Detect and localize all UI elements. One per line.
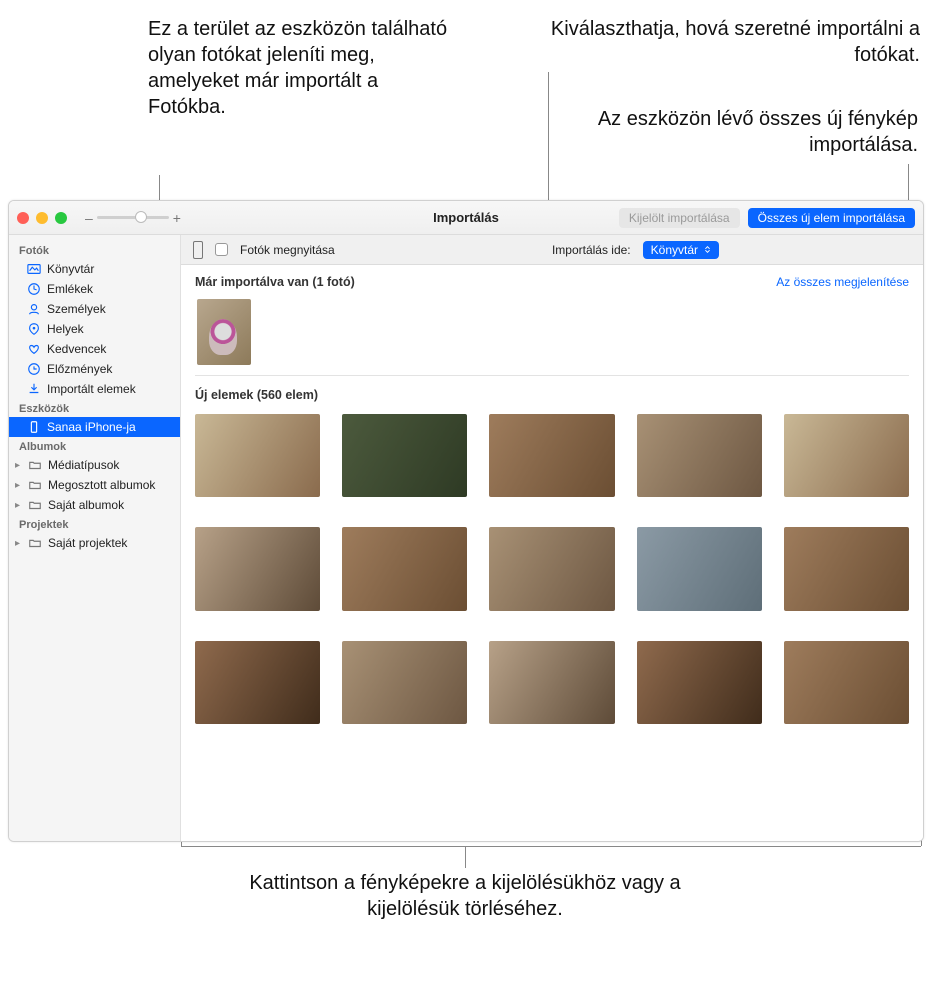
sidebar-section-albums: Albumok — [9, 437, 180, 455]
import-to-select[interactable]: Könyvtár — [643, 241, 719, 259]
folder-icon — [28, 478, 42, 492]
sidebar-section-photos: Fotók — [9, 241, 180, 259]
heart-icon — [27, 342, 41, 356]
callout-line — [181, 846, 921, 847]
sidebar-item-label: Sanaa iPhone-ja — [47, 420, 136, 434]
photo-thumbnail[interactable] — [637, 641, 762, 724]
sidebar-item-media-types[interactable]: Médiatípusok — [9, 455, 180, 475]
sidebar-item-my-projects[interactable]: Saját projektek — [9, 533, 180, 553]
annotation-bottom: Kattintson a fényképekre a kijelölésükhö… — [215, 870, 715, 922]
thumbnail-zoom-slider[interactable]: – + — [85, 210, 181, 226]
photo-thumbnail[interactable] — [342, 641, 467, 724]
import-icon — [27, 382, 41, 396]
show-all-link[interactable]: Az összes megjelenítése — [776, 275, 909, 289]
sidebar-item-label: Könyvtár — [47, 262, 94, 276]
sidebar-item-label: Helyek — [47, 322, 84, 336]
zoom-window-button[interactable] — [55, 212, 67, 224]
minimize-window-button[interactable] — [36, 212, 48, 224]
sidebar-item-label: Személyek — [47, 302, 106, 316]
photo-thumbnail[interactable] — [784, 527, 909, 610]
zoom-track[interactable] — [97, 216, 169, 219]
sidebar-item-label: Saját projektek — [48, 536, 127, 550]
photo-thumbnail[interactable] — [637, 527, 762, 610]
photo-thumbnail[interactable] — [342, 527, 467, 610]
sidebar-item-library[interactable]: Könyvtár — [9, 259, 180, 279]
already-imported-header: Már importálva van (1 fotó) Az összes me… — [181, 265, 923, 293]
sidebar-item-label: Importált elemek — [47, 382, 136, 396]
main-content: Fotók megnyitása Importálás ide: Könyvtá… — [181, 235, 923, 841]
sidebar-item-favorites[interactable]: Kedvencek — [9, 339, 180, 359]
annotation-top-right-1: Kiválaszthatja, hová szeretné importálni… — [540, 16, 920, 68]
folder-icon — [28, 536, 42, 550]
people-icon — [27, 302, 41, 316]
photos-app-window: – + Importálás Kijelölt importálása Össz… — [8, 200, 924, 842]
photo-thumbnail[interactable] — [489, 527, 614, 610]
sidebar-item-my-albums[interactable]: Saját albumok — [9, 495, 180, 515]
open-photos-label: Fotók megnyitása — [240, 243, 335, 257]
sidebar-item-label: Megosztott albumok — [48, 478, 155, 492]
import-selected-button[interactable]: Kijelölt importálása — [619, 208, 740, 228]
sidebar-section-devices: Eszközök — [9, 399, 180, 417]
zoom-minus-label: – — [85, 210, 93, 226]
photo-thumbnail[interactable] — [489, 414, 614, 497]
sidebar-item-memories[interactable]: Emlékek — [9, 279, 180, 299]
sidebar-item-shared-albums[interactable]: Megosztott albumok — [9, 475, 180, 495]
sidebar-item-label: Előzmények — [47, 362, 112, 376]
photo-thumbnail[interactable] — [489, 641, 614, 724]
memories-icon — [27, 282, 41, 296]
places-icon — [27, 322, 41, 336]
sidebar-item-recents[interactable]: Előzmények — [9, 359, 180, 379]
sidebar-item-device-iphone[interactable]: Sanaa iPhone-ja — [9, 417, 180, 437]
annotation-top-right-2: Az eszközön lévő összes új fénykép impor… — [558, 106, 918, 158]
sidebar-item-label: Saját albumok — [48, 498, 124, 512]
already-imported-label: Már importálva van (1 fotó) — [195, 275, 355, 289]
sidebar-item-people[interactable]: Személyek — [9, 299, 180, 319]
folder-icon — [28, 498, 42, 512]
open-photos-checkbox[interactable] — [215, 243, 228, 256]
sidebar-item-label: Emlékek — [47, 282, 93, 296]
zoom-plus-label: + — [173, 210, 181, 226]
photo-thumbnail[interactable] — [195, 414, 320, 497]
sidebar: Fotók Könyvtár Emlékek Személyek — [9, 235, 181, 841]
device-icon — [193, 241, 203, 259]
new-items-header: Új elemek (560 elem) — [181, 376, 923, 406]
import-all-new-button[interactable]: Összes új elem importálása — [748, 208, 915, 228]
import-to-value: Könyvtár — [651, 243, 698, 257]
sidebar-section-projects: Projektek — [9, 515, 180, 533]
new-items-grid — [181, 406, 923, 724]
chevron-up-down-icon — [704, 246, 711, 253]
photo-thumbnail[interactable] — [637, 414, 762, 497]
sidebar-item-imports[interactable]: Importált elemek — [9, 379, 180, 399]
photo-thumbnail[interactable] — [342, 414, 467, 497]
photo-thumbnail[interactable] — [195, 527, 320, 610]
zoom-thumb[interactable] — [135, 211, 147, 223]
sidebar-item-label: Médiatípusok — [48, 458, 119, 472]
sidebar-item-places[interactable]: Helyek — [9, 319, 180, 339]
sidebar-item-label: Kedvencek — [47, 342, 106, 356]
photo-thumbnail[interactable] — [195, 641, 320, 724]
photo-thumbnail[interactable] — [784, 641, 909, 724]
close-window-button[interactable] — [17, 212, 29, 224]
window-controls — [17, 212, 67, 224]
clock-icon — [27, 362, 41, 376]
annotation-top-left: Ez a terület az eszközön található olyan… — [148, 16, 448, 120]
already-imported-thumbnail[interactable] — [197, 299, 251, 365]
photo-thumbnail[interactable] — [784, 414, 909, 497]
new-items-label: Új elemek (560 elem) — [195, 388, 318, 402]
import-to-label: Importálás ide: — [552, 243, 631, 257]
import-subbar: Fotók megnyitása Importálás ide: Könyvtá… — [181, 235, 923, 265]
folder-icon — [28, 458, 42, 472]
callout-line — [465, 846, 466, 868]
library-icon — [27, 262, 41, 276]
titlebar: – + Importálás Kijelölt importálása Össz… — [9, 201, 923, 235]
phone-icon — [27, 420, 41, 434]
